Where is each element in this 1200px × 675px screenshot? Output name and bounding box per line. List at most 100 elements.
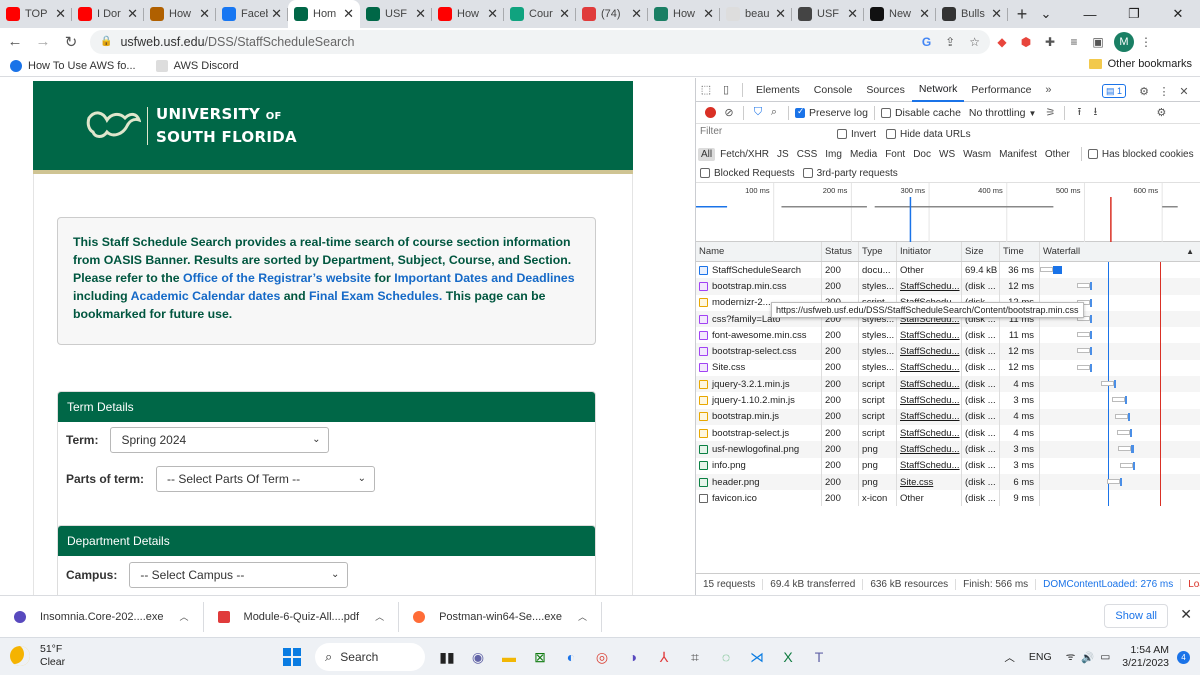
- extension-puzzle-icon[interactable]: ✚: [1038, 30, 1062, 54]
- download-item-module-quiz[interactable]: Module-6-Quiz-All....pdf ︿: [204, 601, 400, 632]
- start-button[interactable]: [278, 643, 306, 671]
- network-settings-icon[interactable]: ⚙: [1153, 103, 1169, 123]
- type-filter-media[interactable]: Media: [847, 148, 880, 161]
- network-conditions-icon[interactable]: ⚞: [1042, 103, 1058, 123]
- restore-button[interactable]: ❐: [1112, 0, 1156, 28]
- request-initiator-text[interactable]: StaffSchedu...: [900, 444, 960, 455]
- chevron-up-icon[interactable]: ︿: [180, 610, 189, 623]
- type-filter-img[interactable]: Img: [822, 148, 845, 161]
- device-toolbar-icon[interactable]: ▯: [716, 80, 736, 100]
- invert-checkbox[interactable]: Invert: [837, 129, 876, 140]
- acrobat-icon[interactable]: ⅄: [650, 643, 678, 671]
- reload-button[interactable]: ↻: [58, 30, 84, 54]
- chevron-up-icon[interactable]: ︿: [375, 610, 384, 623]
- browser-tab[interactable]: I Dor ✕: [72, 0, 144, 28]
- table-row[interactable]: bootstrap-select.css 200 styles... StaffSch…: [696, 343, 1200, 360]
- table-row[interactable]: bootstrap-select.js 200 script StaffSchedu.…: [696, 424, 1200, 442]
- table-row[interactable]: Site.css 200 styles... StaffSchedu... (disk …: [696, 359, 1200, 377]
- bookmark-aws-discord[interactable]: AWS Discord: [155, 59, 239, 72]
- lock-icon[interactable]: 🔒: [100, 36, 112, 47]
- file-explorer-icon[interactable]: ▬: [495, 643, 523, 671]
- type-filter-ws[interactable]: WS: [936, 148, 958, 161]
- campus-select[interactable]: -- Select Campus -- ⌄: [129, 562, 349, 588]
- extension-colorful-icon[interactable]: ◆: [990, 30, 1014, 54]
- table-row[interactable]: StaffScheduleSearch 200 docu... Other 69.4 k…: [696, 262, 1200, 279]
- has-blocked-cookies-checkbox[interactable]: Has blocked cookies: [1087, 149, 1194, 160]
- type-filter-css[interactable]: CSS: [794, 148, 821, 161]
- download-item-insomnia[interactable]: Insomnia.Core-202....exe ︿: [0, 601, 204, 632]
- close-tab-icon[interactable]: ✕: [919, 6, 930, 22]
- vscode-icon[interactable]: ⋊: [743, 643, 771, 671]
- devtools-menu-icon[interactable]: ⋮: [1154, 81, 1174, 101]
- request-initiator-text[interactable]: StaffSchedu...: [900, 460, 960, 471]
- request-initiator-text[interactable]: StaffSchedu...: [900, 395, 960, 406]
- table-row[interactable]: usf-newlogofinal.png 200 png StaffSchedu...…: [696, 441, 1200, 458]
- request-initiator-text[interactable]: StaffSchedu...: [900, 379, 960, 390]
- close-tab-icon[interactable]: ✕: [775, 6, 786, 22]
- task-view-icon[interactable]: ▮▮: [433, 643, 461, 671]
- hide-data-urls-checkbox[interactable]: Hide data URLs: [886, 129, 971, 140]
- table-row[interactable]: bootstrap.min.css 200 styles... StaffSchedu…: [696, 278, 1200, 295]
- close-tab-icon[interactable]: ✕: [487, 6, 498, 22]
- browser-tab[interactable]: Hom ✕: [288, 0, 360, 28]
- teams-icon[interactable]: T: [805, 643, 833, 671]
- disable-cache-checkbox[interactable]: Disable cache: [880, 107, 961, 119]
- type-filter-js[interactable]: JS: [774, 148, 792, 161]
- final-exam-link[interactable]: Final Exam Schedules.: [309, 289, 442, 303]
- photos-app-icon[interactable]: ◐: [557, 643, 585, 671]
- browser-tab[interactable]: beau ✕: [720, 0, 792, 28]
- request-initiator-text[interactable]: StaffSchedu...: [900, 346, 960, 357]
- volume-icon[interactable]: 🔊: [1081, 651, 1094, 664]
- close-tab-icon[interactable]: ✕: [559, 6, 570, 22]
- table-row[interactable]: bootstrap.min.js 200 script StaffSchedu... (…: [696, 408, 1200, 425]
- table-row[interactable]: font-awesome.min.css 200 styles... StaffSch…: [696, 327, 1200, 344]
- forward-button[interactable]: →: [30, 30, 56, 54]
- other-bookmarks[interactable]: Other bookmarks: [1088, 58, 1192, 70]
- profile-avatar[interactable]: M: [1114, 31, 1134, 52]
- request-initiator-text[interactable]: StaffSchedu...: [900, 428, 960, 439]
- back-button[interactable]: ←: [2, 30, 28, 54]
- taskbar-search[interactable]: ⌕ Search: [315, 643, 425, 671]
- browser-tab[interactable]: New ✕: [864, 0, 936, 28]
- table-row[interactable]: jquery-3.2.1.min.js 200 script StaffSchedu.…: [696, 376, 1200, 393]
- close-tab-icon[interactable]: ✕: [343, 6, 354, 22]
- browser-tab[interactable]: USF ✕: [792, 0, 864, 28]
- close-tab-icon[interactable]: ✕: [199, 6, 210, 22]
- important-dates-link[interactable]: Important Dates and Deadlines: [394, 271, 574, 285]
- browser-tab[interactable]: TOP ✕: [0, 0, 72, 28]
- search-icon[interactable]: ⌕: [766, 103, 782, 123]
- settings-gear-icon[interactable]: ⚙: [1134, 81, 1154, 101]
- column-name[interactable]: Name: [696, 242, 822, 261]
- side-panel-icon[interactable]: ▣: [1086, 30, 1110, 54]
- request-initiator-text[interactable]: Site.css: [900, 477, 933, 488]
- filter-icon[interactable]: ⛉: [750, 103, 766, 123]
- browser-tab[interactable]: How ✕: [144, 0, 216, 28]
- column-waterfall[interactable]: Waterfall ▲: [1040, 242, 1200, 261]
- bookmark-star-icon[interactable]: ☆: [969, 35, 980, 49]
- export-har-icon[interactable]: ⭳: [1087, 103, 1103, 123]
- chevron-up-icon[interactable]: ︿: [578, 610, 587, 623]
- network-overview-timeline[interactable]: 100 ms 200 ms 300 ms 400 ms 500 ms 600 ms: [696, 182, 1200, 243]
- type-filter-doc[interactable]: Doc: [910, 148, 934, 161]
- devtools-tab-elements[interactable]: Elements: [749, 78, 807, 102]
- close-window-button[interactable]: ✕: [1156, 0, 1200, 28]
- table-row[interactable]: info.png 200 png StaffSchedu... (disk ... 3 m…: [696, 457, 1200, 474]
- close-tab-icon[interactable]: ✕: [127, 6, 138, 22]
- request-initiator-text[interactable]: StaffSchedu...: [900, 362, 960, 373]
- term-select[interactable]: Spring 2024 ⌄: [110, 427, 330, 453]
- eclipse-icon[interactable]: ◑: [619, 643, 647, 671]
- registrar-link[interactable]: Office of the Registrar’s website: [183, 271, 371, 285]
- download-item-postman[interactable]: Postman-win64-Se....exe ︿: [399, 601, 602, 632]
- wifi-icon[interactable]: ᯤ: [1066, 650, 1076, 664]
- type-filter-other[interactable]: Other: [1042, 148, 1073, 161]
- parts-of-term-select[interactable]: -- Select Parts Of Term -- ⌄: [156, 466, 376, 492]
- request-initiator-text[interactable]: StaffSchedu...: [900, 281, 960, 292]
- close-tab-icon[interactable]: ✕: [991, 6, 1002, 22]
- tab-search-icon[interactable]: ⌄: [1024, 0, 1068, 28]
- browser-tab[interactable]: Faceb✕: [216, 0, 288, 28]
- type-filter-font[interactable]: Font: [882, 148, 908, 161]
- browser-tab[interactable]: How ✕: [432, 0, 504, 28]
- excel-icon[interactable]: X: [774, 643, 802, 671]
- clock[interactable]: 1:54 AM 3/21/2023: [1122, 644, 1169, 670]
- snipping-tool-icon[interactable]: ⌗: [681, 643, 709, 671]
